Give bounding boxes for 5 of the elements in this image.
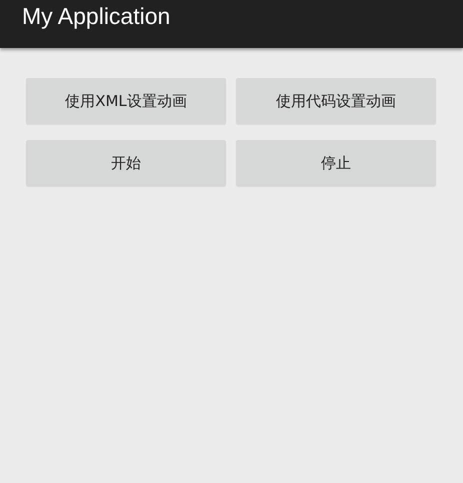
action-button[interactable]: 停止 <box>236 140 436 186</box>
action-button[interactable]: 使用代码设置动画 <box>236 78 436 124</box>
app-title: My Application <box>22 2 170 31</box>
action-button[interactable]: 使用XML设置动画 <box>26 78 226 124</box>
action-button[interactable]: 开始 <box>26 140 226 186</box>
